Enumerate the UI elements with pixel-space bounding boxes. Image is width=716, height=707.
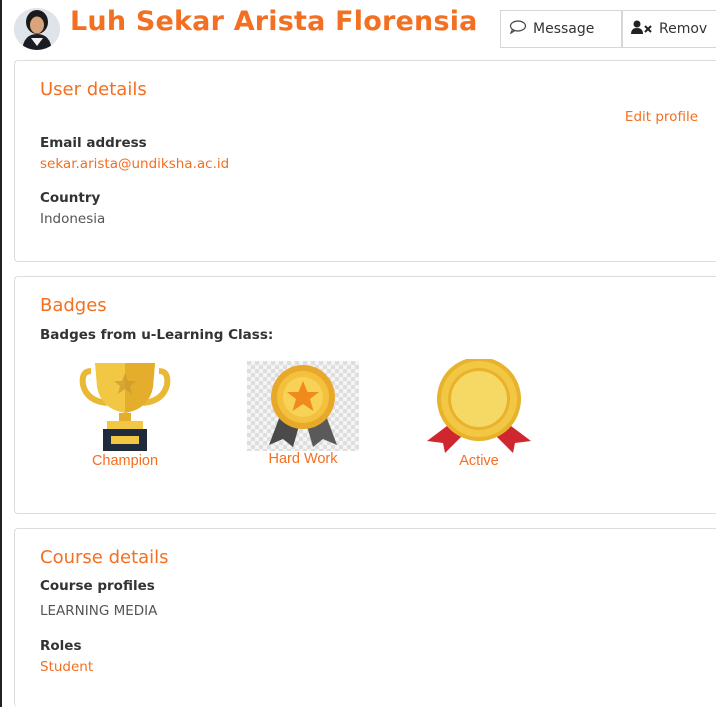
course-profiles-value[interactable]: LEARNING MEDIA	[40, 603, 157, 619]
badge-champion[interactable]: Champion	[73, 359, 177, 469]
course-profiles-label: Course profiles	[40, 578, 155, 594]
star-medal-icon	[247, 361, 359, 451]
course-details-title: Course details	[40, 547, 169, 568]
remove-contact-button[interactable]: Remov	[622, 10, 716, 48]
badge-active[interactable]: Active	[419, 359, 539, 469]
message-button-label: Message	[533, 21, 595, 37]
speech-bubble-icon	[509, 20, 527, 38]
rosette-icon	[419, 359, 539, 453]
remove-button-label: Remov	[659, 21, 708, 37]
user-details-card: User details Edit profile Email address …	[14, 60, 716, 262]
user-details-title: User details	[40, 79, 147, 100]
course-details-card: Course details Course profiles LEARNING …	[14, 528, 716, 707]
page-frame: Luh Sekar Arista Florensia Message Remov…	[0, 0, 716, 707]
roles-label: Roles	[40, 638, 82, 654]
country-value: Indonesia	[40, 211, 106, 227]
roles-value-link[interactable]: Student	[40, 659, 93, 675]
email-value-link[interactable]: sekar.arista@undiksha.ac.id	[40, 156, 229, 172]
edit-profile-link[interactable]: Edit profile	[625, 109, 698, 125]
user-name-heading: Luh Sekar Arista Florensia	[70, 6, 478, 37]
badges-subtitle: Badges from u-Learning Class:	[40, 327, 274, 343]
badges-card: Badges Badges from u-Learning Class: Cha…	[14, 276, 716, 514]
avatar[interactable]	[14, 8, 60, 50]
trophy-icon	[73, 359, 177, 453]
badges-title: Badges	[40, 295, 107, 316]
profile-header: Luh Sekar Arista Florensia Message Remov	[14, 6, 716, 50]
country-label: Country	[40, 190, 101, 206]
badge-active-label: Active	[459, 453, 499, 469]
badge-hard-work[interactable]: Hard Work	[247, 361, 359, 467]
message-button[interactable]: Message	[500, 10, 622, 48]
badge-hard-work-label: Hard Work	[268, 451, 338, 467]
email-label: Email address	[40, 135, 147, 151]
user-remove-icon	[631, 20, 653, 38]
badge-champion-label: Champion	[91, 453, 159, 469]
